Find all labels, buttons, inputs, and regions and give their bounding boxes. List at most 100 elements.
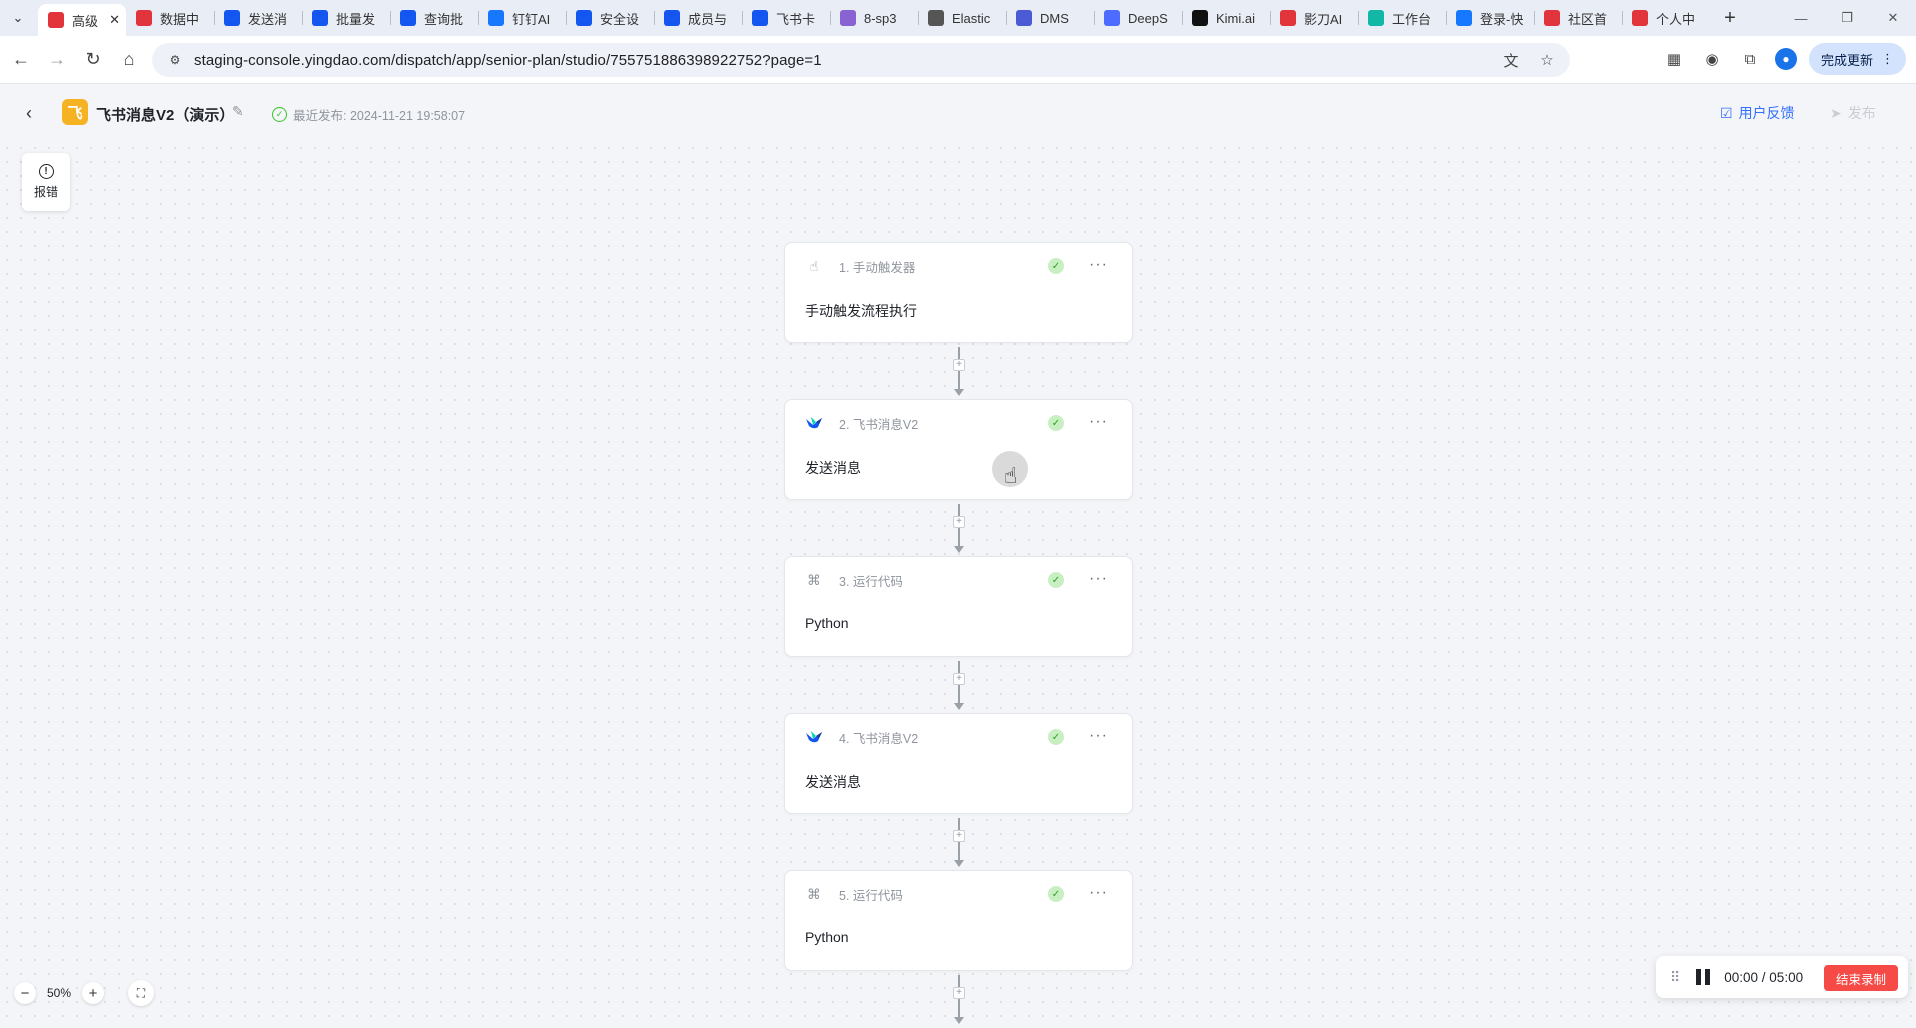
tab-title: 数据中 xyxy=(160,11,200,27)
browser-tab[interactable]: DeepS xyxy=(1094,4,1182,32)
tab-title: 工作台 xyxy=(1392,11,1432,27)
site-info-icon[interactable]: ⚙ xyxy=(166,51,184,69)
add-node-button[interactable]: + xyxy=(953,516,965,528)
node-label: 1. 手动触发器 xyxy=(839,260,916,275)
more-options-icon[interactable]: ··· xyxy=(1089,727,1108,745)
stop-recording-button[interactable]: 结束录制 xyxy=(1823,965,1898,991)
add-node-button[interactable]: + xyxy=(953,987,965,999)
tab-title: 影刀AI xyxy=(1304,11,1343,27)
check-circle-icon: ✓ xyxy=(272,107,287,122)
tab-title: 登录-快 xyxy=(1480,11,1524,27)
browser-tab[interactable]: 安全设 xyxy=(566,4,654,32)
node-header: ⌘ 5. 运行代码 ✓ ··· xyxy=(805,883,1116,905)
node-header: 4. 飞书消息V2 ✓ ··· xyxy=(805,726,1116,748)
qr-code-icon[interactable]: ▦ xyxy=(1661,46,1687,72)
tab-title: 8-sp3 xyxy=(864,10,897,26)
workflow-canvas[interactable]: ! 报错 ☝ 1. 手动触发器 ✓ ··· 手动触发流程执行 +2. 飞书消息V2 ✓ ···… xyxy=(0,141,1916,1028)
extension-circle-icon[interactable]: ◉ xyxy=(1699,46,1725,72)
workflow-node[interactable]: ⌘ 3. 运行代码 ✓ ··· Python xyxy=(784,556,1133,657)
add-node-button[interactable]: + xyxy=(953,830,965,842)
workflow-node[interactable]: ☝ 1. 手动触发器 ✓ ··· 手动触发流程执行 xyxy=(784,242,1133,343)
arrow-down-icon xyxy=(954,389,964,396)
app-title: 飞书消息V2（演示） xyxy=(96,107,235,124)
report-error-button[interactable]: ! 报错 xyxy=(22,153,70,211)
app-header: ‹ 飞 飞书消息V2（演示） ✎ ✓ 最近发布: 2024-11-21 19:5… xyxy=(0,85,1916,141)
url-text[interactable]: staging-console.yingdao.com/dispatch/app… xyxy=(194,52,822,69)
publish-label: 发布 xyxy=(1847,105,1876,121)
profile-avatar[interactable]: ● xyxy=(1774,48,1797,70)
browser-tab[interactable]: 成员与 xyxy=(654,4,742,32)
node-header: ☝ 1. 手动触发器 ✓ ··· xyxy=(805,255,1116,277)
browser-tab[interactable]: Kimi.ai xyxy=(1182,4,1270,32)
drag-handle-icon[interactable]: ⠿ xyxy=(1670,969,1680,986)
update-button[interactable]: 完成更新 ⋮ xyxy=(1808,43,1906,75)
extensions-puzzle-icon[interactable]: ⧉ xyxy=(1737,46,1763,72)
feishu-bird-icon xyxy=(805,728,823,746)
feishu-icon xyxy=(224,10,240,26)
zoom-in-button[interactable]: + xyxy=(82,982,104,1004)
browser-tab[interactable]: 数据中 xyxy=(126,4,214,32)
feishu-icon xyxy=(576,10,592,26)
browser-tab[interactable]: 个人中 xyxy=(1622,4,1710,32)
edit-pencil-icon[interactable]: ✎ xyxy=(232,103,244,120)
browser-tab[interactable]: 飞书卡 xyxy=(742,4,830,32)
window-controls: — ❐ ✕ xyxy=(1778,0,1916,36)
maximize-button[interactable]: ❐ xyxy=(1824,0,1870,36)
recorder-panel: ⠿ 00:00 / 05:00 结束录制 xyxy=(1656,956,1908,998)
node-label: 5. 运行代码 xyxy=(839,888,903,903)
new-tab-button[interactable]: + xyxy=(1716,4,1744,32)
tab-title: DeepS xyxy=(1128,10,1168,26)
zoom-controls: − 50% + ⛶ xyxy=(14,980,154,1006)
arrow-down-icon xyxy=(954,860,964,867)
kebab-menu-icon[interactable]: ⋮ xyxy=(1881,51,1894,67)
browser-tab[interactable]: DMS xyxy=(1006,4,1094,32)
address-bar[interactable]: ⚙ staging-console.yingdao.com/dispatch/a… xyxy=(152,43,1570,77)
tab-title: DMS xyxy=(1040,10,1069,26)
pause-icon[interactable] xyxy=(1696,969,1711,985)
node-connector: + xyxy=(953,975,965,1027)
more-options-icon[interactable]: ··· xyxy=(1089,413,1108,431)
more-options-icon[interactable]: ··· xyxy=(1089,256,1108,274)
publish-button[interactable]: ➤ 发布 xyxy=(1830,103,1876,123)
more-options-icon[interactable]: ··· xyxy=(1089,884,1108,902)
forward-arrow-icon[interactable]: → xyxy=(40,43,74,77)
add-node-button[interactable]: + xyxy=(953,359,965,371)
browser-tab[interactable]: 高级 ✕ xyxy=(38,4,126,36)
feedback-icon: ☑ xyxy=(1720,104,1733,121)
yingdao-icon xyxy=(1632,10,1648,26)
zoom-out-button[interactable]: − xyxy=(14,982,36,1004)
browser-tab[interactable]: 8-sp3 xyxy=(830,4,918,32)
close-tab-icon[interactable]: ✕ xyxy=(109,12,120,28)
browser-tab[interactable]: 社区首 xyxy=(1534,4,1622,32)
fit-screen-icon[interactable]: ⛶ xyxy=(128,980,154,1006)
tab-search-button[interactable]: ⌄ xyxy=(6,6,30,30)
node-description: 手动触发流程执行 xyxy=(805,303,917,319)
doc-icon xyxy=(840,10,856,26)
close-window-button[interactable]: ✕ xyxy=(1870,0,1916,36)
reload-icon[interactable]: ↻ xyxy=(76,43,110,77)
add-node-button[interactable]: + xyxy=(953,673,965,685)
feishu-icon xyxy=(664,10,680,26)
workflow-node[interactable]: ⌘ 5. 运行代码 ✓ ··· Python xyxy=(784,870,1133,971)
browser-tab[interactable]: 查询批 xyxy=(390,4,478,32)
browser-tab[interactable]: 登录-快 xyxy=(1446,4,1534,32)
bookmark-star-icon[interactable]: ☆ xyxy=(1536,49,1558,71)
browser-tab[interactable]: 钉钉AI xyxy=(478,4,566,32)
home-icon[interactable]: ⌂ xyxy=(112,43,146,77)
feishu-icon xyxy=(400,10,416,26)
browser-tab[interactable]: 批量发 xyxy=(302,4,390,32)
minimize-button[interactable]: — xyxy=(1778,0,1824,36)
feedback-button[interactable]: ☑ 用户反馈 xyxy=(1720,103,1795,123)
translate-icon[interactable]: 文 xyxy=(1500,49,1522,71)
browser-tab[interactable]: Elastic xyxy=(918,4,1006,32)
browser-tab[interactable]: 工作台 xyxy=(1358,4,1446,32)
browser-tabstrip: ⌄ 高级 ✕ 数据中 发送消 批量发 查询批 钉钉AI 安全设 成员与 飞书卡 8-sp3 Elast… xyxy=(0,0,1916,36)
browser-tab[interactable]: 发送消 xyxy=(214,4,302,32)
workflow-node[interactable]: 4. 飞书消息V2 ✓ ··· 发送消息 xyxy=(784,713,1133,814)
workflow-node[interactable]: 2. 飞书消息V2 ✓ ··· 发送消息 xyxy=(784,399,1133,500)
browser-tab[interactable]: 影刀AI xyxy=(1270,4,1358,32)
tab-title: 钉钉AI xyxy=(512,11,551,27)
more-options-icon[interactable]: ··· xyxy=(1089,570,1108,588)
back-arrow-icon[interactable]: ← xyxy=(4,43,38,77)
chevron-left-icon[interactable]: ‹ xyxy=(26,103,32,124)
